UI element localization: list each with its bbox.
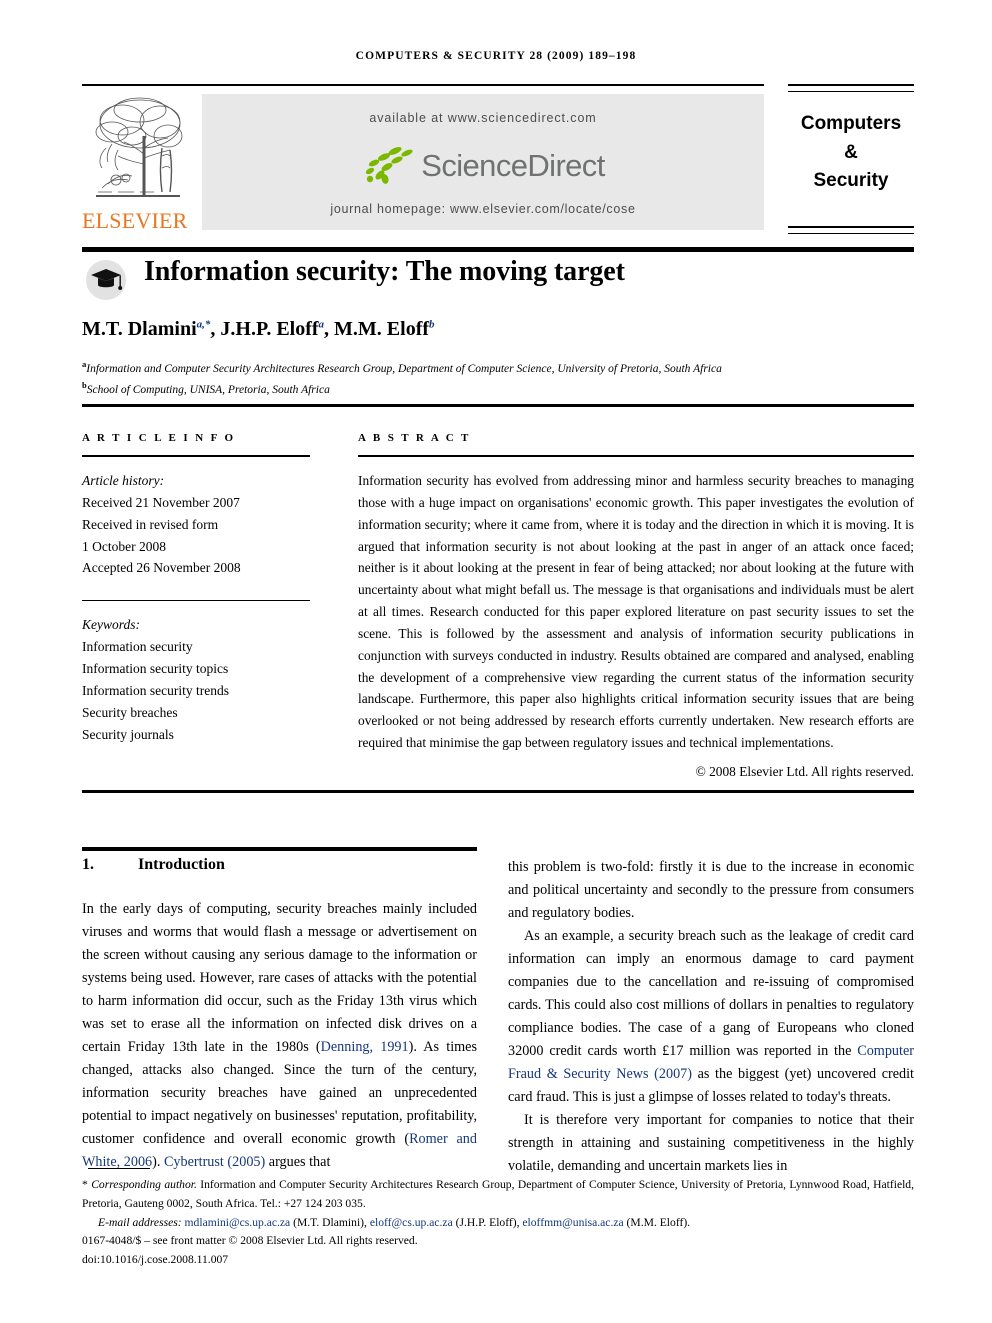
email-owner-2: (J.H.P. Eloff), xyxy=(452,1215,523,1229)
email-addresses-note: E-mail addresses: mdlamini@cs.up.ac.za (… xyxy=(82,1214,914,1233)
graduation-cap-icon xyxy=(86,260,126,300)
keywords-label: Keywords: xyxy=(82,617,140,633)
section-number: 1. xyxy=(82,856,94,873)
paragraph: As an example, a security breach such as… xyxy=(508,925,914,1109)
abstract-label: A B S T R A C T xyxy=(358,432,471,444)
sciencedirect-banner: available at www.sciencedirect.com Scien… xyxy=(202,94,764,230)
citation-denning[interactable]: Denning, 1991 xyxy=(321,1039,409,1055)
paragraph-text: ). xyxy=(152,1154,164,1170)
author-name-3: M.M. Eloff xyxy=(334,318,430,340)
keyword-item: Information security trends xyxy=(82,682,229,698)
article-history-item: Accepted 26 November 2008 xyxy=(82,560,241,576)
corresponding-label: Corresponding author. xyxy=(91,1178,197,1191)
article-info-label: A R T I C L E I N F O xyxy=(82,432,236,444)
keywords-divider xyxy=(82,600,310,602)
abstract-bottom-rule xyxy=(82,790,914,793)
info-section-top-rule xyxy=(82,404,914,407)
abstract-text: Information security has evolved from ad… xyxy=(358,473,914,751)
citation-cybertrust[interactable]: Cybertrust (2005) xyxy=(164,1154,265,1170)
available-at-text: available at www.sciencedirect.com xyxy=(369,111,597,125)
paragraph: It is therefore very important for compa… xyxy=(508,1112,914,1174)
sciencedirect-leaves-icon xyxy=(366,147,413,184)
article-history-item: 1 October 2008 xyxy=(82,538,166,554)
email-link-3[interactable]: eloffmm@unisa.ac.za xyxy=(522,1216,623,1229)
email-link-2[interactable]: eloff@cs.up.ac.za xyxy=(370,1216,453,1229)
abstract-underline xyxy=(358,455,914,457)
elsevier-wordmark: ELSEVIER xyxy=(82,208,188,233)
sciencedirect-logo: ScienceDirect xyxy=(202,143,764,189)
elsevier-tree-icon xyxy=(95,97,183,197)
author-list: M.T. Dlaminia,*, J.H.P. Eloffa, M.M. Elo… xyxy=(82,318,435,340)
journal-box-bottom-rule xyxy=(788,226,914,234)
journal-homepage-text: journal homepage: www.elsevier.com/locat… xyxy=(330,202,636,216)
article-history-label: Article history: xyxy=(82,473,165,488)
journal-article-page: COMPUTERS & SECURITY 28 (2009) 189–198 E… xyxy=(0,0,992,1323)
journal-title-line3: Security xyxy=(813,170,889,191)
author-sup-2: a xyxy=(318,318,325,331)
page-title: Information security: The moving target xyxy=(144,256,625,287)
article-history: Article history: Received 21 November 20… xyxy=(82,470,310,579)
journal-title: Computers & Security xyxy=(788,110,914,196)
elsevier-logo: ELSEVIER xyxy=(82,92,188,233)
journal-title-box: Computers & Security xyxy=(788,84,914,234)
article-history-item: Received 21 November 2007 xyxy=(82,494,240,510)
paragraph: this problem is two-fold: firstly it is … xyxy=(508,859,914,921)
affiliation-a-text: Information and Computer Security Archit… xyxy=(86,362,722,375)
doi-line: doi:10.1016/j.cose.2008.11.007 xyxy=(82,1253,229,1267)
masthead-top-rule xyxy=(82,84,764,86)
paragraph-text: argues that xyxy=(265,1154,331,1170)
article-info-column: A R T I C L E I N F O Article history: R… xyxy=(82,432,310,745)
email-owner-1: (M.T. Dlamini), xyxy=(290,1215,370,1229)
journal-title-line1: Computers xyxy=(800,113,902,134)
journal-box-top-rule xyxy=(788,84,914,92)
section-heading: 1. Introduction xyxy=(82,856,477,874)
affiliation-b-text: School of Computing, UNISA, Pretoria, So… xyxy=(86,383,330,396)
abstract-copyright: © 2008 Elsevier Ltd. All rights reserved… xyxy=(695,763,914,779)
section-title: Introduction xyxy=(138,856,225,873)
corresponding-author-note: * Corresponding author. Information and … xyxy=(82,1176,914,1214)
affiliation-b: bSchool of Computing, UNISA, Pretoria, S… xyxy=(82,379,914,400)
title-band-rule xyxy=(82,247,914,252)
author-sup-3: b xyxy=(429,318,435,331)
keyword-item: Information security xyxy=(82,639,193,655)
running-head: COMPUTERS & SECURITY 28 (2009) 189–198 xyxy=(355,50,637,62)
email-link-1[interactable]: mdlamini@cs.up.ac.za xyxy=(185,1216,291,1229)
keywords-list: Keywords: Information security Informati… xyxy=(82,614,310,745)
keyword-item: Security journals xyxy=(82,726,174,742)
affiliation-a: aInformation and Computer Security Archi… xyxy=(82,358,914,379)
abstract-column: A B S T R A C T Information security has… xyxy=(358,432,914,780)
body-column-left: 1. Introduction In the early days of comp… xyxy=(82,856,477,1174)
email-addresses-label: E-mail addresses: xyxy=(98,1215,182,1229)
journal-title-line2: & xyxy=(844,141,858,163)
corresponding-address: Information and Computer Security Archit… xyxy=(82,1178,915,1210)
corresponding-marker: * xyxy=(82,1178,88,1191)
footnote-block: * Corresponding author. Information and … xyxy=(82,1176,914,1270)
author-sup-1: a,* xyxy=(196,318,211,331)
issn-copyright-line: 0167-4048/$ – see front matter © 2008 El… xyxy=(82,1234,418,1248)
author-name-2: J.H.P. Eloff xyxy=(220,318,319,340)
keyword-item: Security breaches xyxy=(82,704,178,720)
paragraph: In the early days of computing, security… xyxy=(82,898,477,1174)
title-row: Information security: The moving target xyxy=(82,256,914,306)
body-column-right: this problem is two-fold: firstly it is … xyxy=(508,856,914,1178)
sciencedirect-wordmark: ScienceDirect xyxy=(421,148,605,183)
article-info-underline xyxy=(82,455,310,457)
keyword-item: Information security topics xyxy=(82,661,229,677)
masthead: ELSEVIER available at www.sciencedirect.… xyxy=(82,92,764,232)
affiliations: aInformation and Computer Security Archi… xyxy=(82,358,914,399)
paragraph-text: In the early days of computing, security… xyxy=(82,901,477,1055)
article-history-item: Received in revised form xyxy=(82,516,219,532)
footnote-rule xyxy=(88,1168,150,1169)
author-name-1: M.T. Dlamini xyxy=(82,318,197,340)
email-owner-3: (M.M. Eloff). xyxy=(623,1215,691,1229)
section-top-rule xyxy=(82,847,477,851)
paragraph-text: As an example, a security breach such as… xyxy=(508,928,914,1059)
